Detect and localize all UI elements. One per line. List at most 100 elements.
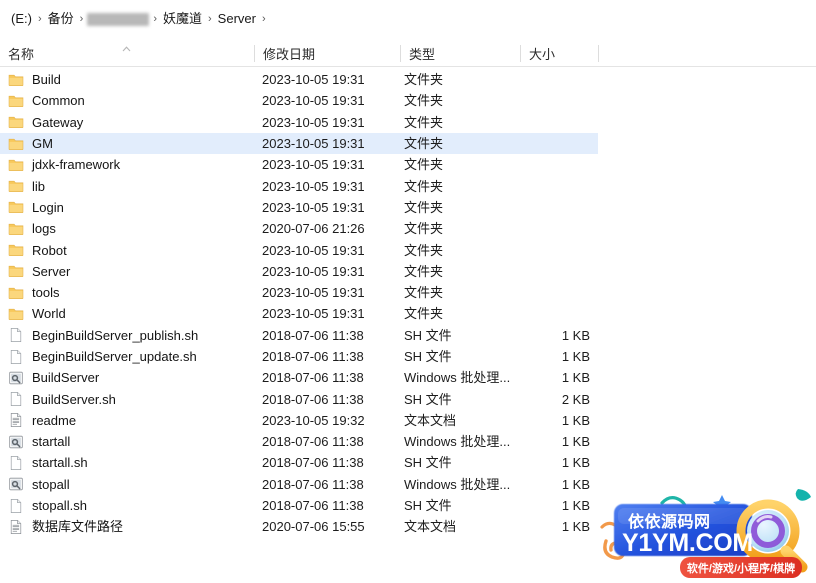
column-header-name-label: 名称 <box>8 47 35 62</box>
file-name-cell[interactable]: startall <box>8 431 70 452</box>
file-type-cell: 文件夹 <box>404 136 444 152</box>
file-name-cell[interactable]: Gateway <box>8 112 83 133</box>
table-row[interactable]: Server 2023-10-05 19:31 文件夹 <box>0 261 816 282</box>
column-header-date-label: 修改日期 <box>263 47 316 62</box>
folder-icon <box>8 117 24 129</box>
table-row[interactable]: stopall.sh 2018-07-06 11:38 SH 文件 1 KB <box>0 495 816 516</box>
breadcrumb-separator-icon[interactable]: › <box>261 13 267 25</box>
file-name-cell[interactable]: logs <box>8 218 56 239</box>
table-row[interactable]: startall.sh 2018-07-06 11:38 SH 文件 1 KB <box>0 452 816 473</box>
folder-icon <box>8 159 24 171</box>
column-header-size[interactable]: 大小 <box>521 40 598 67</box>
file-name-cell[interactable]: startall.sh <box>8 452 88 473</box>
file-date-modified-cell: 2020-07-06 15:55 <box>262 519 365 535</box>
file-name-label: logs <box>32 221 56 237</box>
file-date-modified-cell: 2018-07-06 11:38 <box>262 370 364 386</box>
file-type-cell: 文件夹 <box>404 114 444 130</box>
file-type-cell: SH 文件 <box>404 498 452 514</box>
breadcrumb-item-3[interactable]: 妖魔道 <box>158 9 207 29</box>
file-name-cell[interactable]: Build <box>8 69 61 90</box>
table-row[interactable]: logs 2020-07-06 21:26 文件夹 <box>0 218 816 239</box>
file-name-cell[interactable]: readme <box>8 410 76 431</box>
batch-file-icon <box>9 371 23 384</box>
column-header-name[interactable]: 名称 <box>0 40 254 67</box>
text-file-icon <box>10 413 22 428</box>
file-name-cell[interactable]: stopall.sh <box>8 495 87 516</box>
file-date-modified-cell: 2018-07-06 11:38 <box>262 498 364 514</box>
batch-file-icon <box>9 478 23 491</box>
file-name-cell[interactable]: Common <box>8 90 85 111</box>
file-type-cell: Windows 批处理... <box>404 370 511 386</box>
file-name-label: Build <box>32 72 61 88</box>
sh-file-icon <box>10 328 22 343</box>
file-name-cell[interactable]: BeginBuildServer_update.sh <box>8 346 197 367</box>
column-header-date-modified[interactable]: 修改日期 <box>255 40 400 67</box>
file-date-modified-cell: 2018-07-06 11:38 <box>262 327 364 343</box>
file-name-label: 数据库文件路径 <box>32 519 124 535</box>
breadcrumb-item-0[interactable]: (E:) <box>6 9 37 29</box>
table-row[interactable]: Build 2023-10-05 19:31 文件夹 <box>0 69 816 90</box>
file-name-cell[interactable]: GM <box>8 133 53 154</box>
column-header-size-label: 大小 <box>529 47 556 62</box>
file-name-cell[interactable]: lib <box>8 176 45 197</box>
table-row[interactable]: lib 2023-10-05 19:31 文件夹 <box>0 175 816 196</box>
table-row[interactable]: stopall 2018-07-06 11:38 Windows 批处理... 1 K… <box>0 474 816 495</box>
table-row[interactable]: startall 2018-07-06 11:38 Windows 批处理... 1 … <box>0 431 816 452</box>
file-date-modified-cell: 2020-07-06 21:26 <box>262 221 365 237</box>
file-date-modified-cell: 2023-10-05 19:31 <box>262 136 365 152</box>
table-row[interactable]: BuildServer.sh 2018-07-06 11:38 SH 文件 2 KB <box>0 388 816 409</box>
file-name-cell[interactable]: jdxk-framework <box>8 154 120 175</box>
file-date-modified-cell: 2023-10-05 19:32 <box>262 412 365 428</box>
table-row[interactable]: readme 2023-10-05 19:32 文本文档 1 KB <box>0 410 816 431</box>
file-name-label: Login <box>32 199 64 215</box>
table-row[interactable]: Login 2023-10-05 19:31 文件夹 <box>0 197 816 218</box>
breadcrumb-item-redacted[interactable] <box>87 12 150 26</box>
table-row[interactable]: 数据库文件路径 2020-07-06 15:55 文本文档 1 KB <box>0 516 816 537</box>
folder-icon <box>8 266 24 278</box>
folder-icon <box>8 308 24 320</box>
file-size-cell: 1 KB <box>561 434 590 450</box>
file-name-cell[interactable]: Login <box>8 197 64 218</box>
file-type-cell: 文件夹 <box>404 285 444 301</box>
column-header-type[interactable]: 类型 <box>401 40 520 67</box>
file-name-cell[interactable]: tools <box>8 282 59 303</box>
folder-icon <box>8 181 24 193</box>
file-date-modified-cell: 2023-10-05 19:31 <box>262 306 365 322</box>
breadcrumb-separator-icon[interactable]: › <box>79 13 85 25</box>
table-row[interactable]: Robot 2023-10-05 19:31 文件夹 <box>0 239 816 260</box>
table-row[interactable]: Gateway 2023-10-05 19:31 文件夹 <box>0 112 816 133</box>
table-row[interactable]: GM 2023-10-05 19:31 文件夹 <box>0 132 816 155</box>
table-row[interactable]: Common 2023-10-05 19:31 文件夹 <box>0 90 816 111</box>
file-name-cell[interactable]: 数据库文件路径 <box>8 516 123 537</box>
folder-icon <box>8 287 24 299</box>
file-name-cell[interactable]: BuildServer <box>8 367 99 388</box>
file-name-cell[interactable]: Robot <box>8 240 67 261</box>
file-name-cell[interactable]: World <box>8 303 66 324</box>
file-name-cell[interactable]: BeginBuildServer_publish.sh <box>8 325 198 346</box>
file-date-modified-cell: 2023-10-05 19:31 <box>262 263 365 279</box>
sort-ascending-icon <box>122 46 131 52</box>
breadcrumb-item-4[interactable]: Server <box>213 9 261 29</box>
file-name-cell[interactable]: stopall <box>8 474 70 495</box>
column-header-row: 名称 修改日期 类型 大小 <box>0 40 816 67</box>
file-date-modified-cell: 2023-10-05 19:31 <box>262 93 365 109</box>
file-name-cell[interactable]: Server <box>8 261 70 282</box>
file-list[interactable]: Build 2023-10-05 19:31 文件夹 Common 2023-10-05… <box>0 69 816 583</box>
column-divider-size[interactable] <box>598 45 599 62</box>
table-row[interactable]: tools 2023-10-05 19:31 文件夹 <box>0 282 816 303</box>
table-row[interactable]: World 2023-10-05 19:31 文件夹 <box>0 303 816 324</box>
table-row[interactable]: BeginBuildServer_update.sh 2018-07-06 11:… <box>0 346 816 367</box>
folder-icon <box>8 202 24 214</box>
file-name-label: BuildServer <box>32 370 100 386</box>
file-size-cell: 1 KB <box>561 327 590 343</box>
file-name-label: GM <box>32 136 53 152</box>
file-name-cell[interactable]: BuildServer.sh <box>8 389 116 410</box>
table-row[interactable]: BuildServer 2018-07-06 11:38 Windows 批处理..… <box>0 367 816 388</box>
breadcrumb: (E:) › 备份 › › 妖魔道 › Server › <box>0 0 816 38</box>
breadcrumb-item-1[interactable]: 备份 <box>43 9 79 29</box>
file-size-cell: 1 KB <box>561 519 590 535</box>
file-type-cell: SH 文件 <box>404 455 452 471</box>
file-date-modified-cell: 2018-07-06 11:38 <box>262 434 364 450</box>
table-row[interactable]: jdxk-framework 2023-10-05 19:31 文件夹 <box>0 154 816 175</box>
table-row[interactable]: BeginBuildServer_publish.sh 2018-07-06 11… <box>0 325 816 346</box>
